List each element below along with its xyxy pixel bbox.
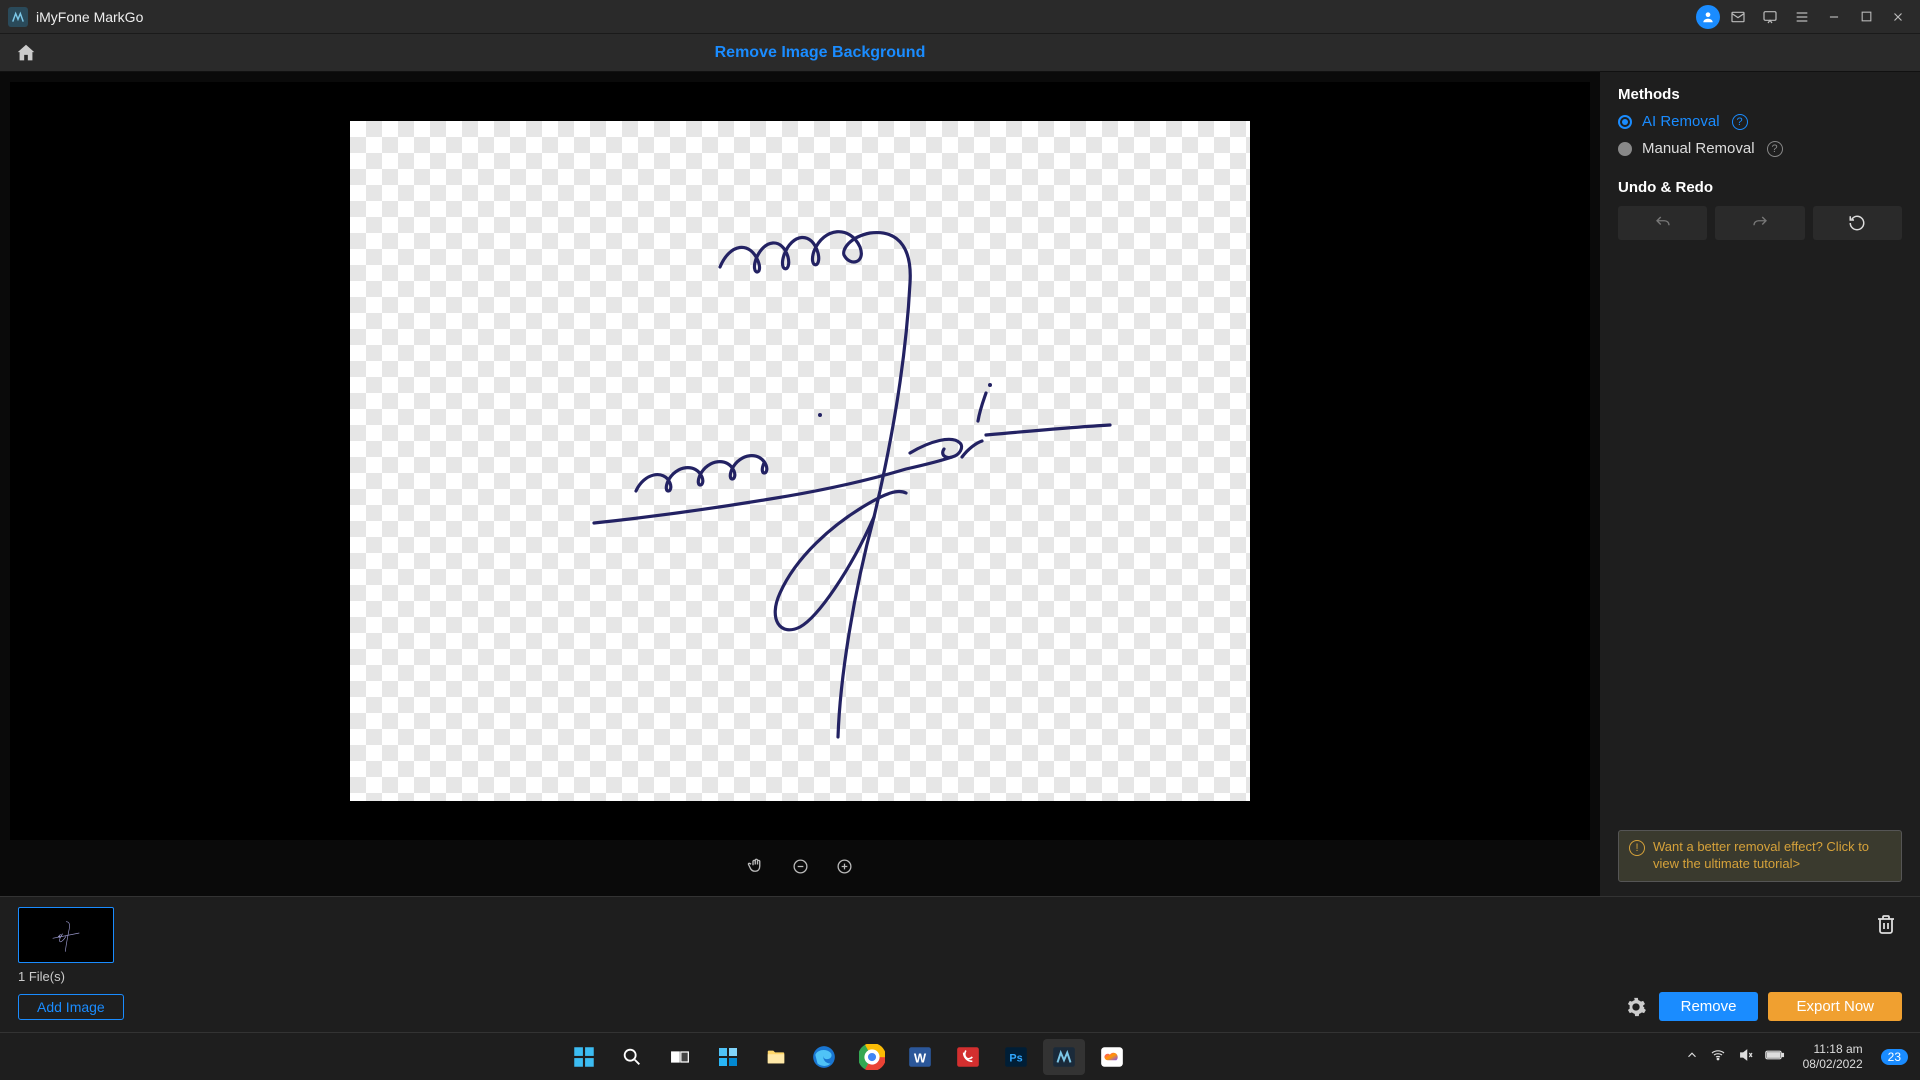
menu-icon[interactable] xyxy=(1788,3,1816,31)
taskbar-start[interactable] xyxy=(563,1039,605,1075)
titlebar: iMyFone MarkGo xyxy=(0,0,1920,34)
methods-heading: Methods xyxy=(1618,86,1902,103)
bottom-panel: 1 File(s) Add Image Remove Export Now xyxy=(0,896,1920,1032)
taskbar-taskview[interactable] xyxy=(659,1039,701,1075)
tip-text: Want a better removal effect? Click to v… xyxy=(1653,839,1891,873)
info-icon: ! xyxy=(1629,840,1645,856)
app-title: iMyFone MarkGo xyxy=(36,9,143,25)
taskbar-photoshop[interactable]: Ps xyxy=(995,1039,1037,1075)
app-logo-icon xyxy=(8,7,28,27)
radio-unselected-icon xyxy=(1618,142,1632,156)
wifi-icon[interactable] xyxy=(1709,1047,1727,1066)
header: Remove Image Background xyxy=(0,34,1920,72)
pan-tool-button[interactable] xyxy=(746,856,766,876)
redo-button[interactable] xyxy=(1715,206,1804,240)
maximize-button[interactable] xyxy=(1852,3,1880,31)
canvas-controls xyxy=(10,846,1590,886)
taskbar-chrome[interactable] xyxy=(851,1039,893,1075)
volume-icon[interactable] xyxy=(1737,1047,1755,1066)
titlebar-right xyxy=(1696,3,1912,31)
mail-icon[interactable] xyxy=(1724,3,1752,31)
taskbar: W Ps 11:18 am 08/02/2022 23 xyxy=(0,1032,1920,1080)
taskbar-center: W Ps xyxy=(12,1039,1685,1075)
taskbar-time: 11:18 am xyxy=(1803,1042,1863,1056)
feedback-icon[interactable] xyxy=(1756,3,1784,31)
taskbar-word[interactable]: W xyxy=(899,1039,941,1075)
minimize-button[interactable] xyxy=(1820,3,1848,31)
sidebar: Methods AI Removal ? Manual Removal ? Un… xyxy=(1600,72,1920,896)
taskbar-widgets[interactable] xyxy=(707,1039,749,1075)
method-ai-removal[interactable]: AI Removal ? xyxy=(1618,113,1902,130)
signature-image xyxy=(350,121,1250,801)
tray-overflow-icon[interactable] xyxy=(1685,1048,1699,1065)
canvas-area[interactable] xyxy=(10,82,1590,840)
radio-selected-icon xyxy=(1618,115,1632,129)
delete-button[interactable] xyxy=(1874,911,1898,942)
method-manual-label: Manual Removal xyxy=(1642,140,1755,157)
taskbar-markgo[interactable] xyxy=(1043,1039,1085,1075)
export-button[interactable]: Export Now xyxy=(1768,992,1902,1021)
add-image-button[interactable]: Add Image xyxy=(18,994,124,1020)
canvas-wrap xyxy=(0,72,1600,896)
thumbnail-1[interactable] xyxy=(18,907,114,963)
taskbar-date: 08/02/2022 xyxy=(1803,1057,1863,1071)
taskbar-tray: 11:18 am 08/02/2022 23 xyxy=(1685,1042,1908,1071)
battery-icon[interactable] xyxy=(1765,1048,1785,1065)
zoom-in-button[interactable] xyxy=(834,856,854,876)
titlebar-left: iMyFone MarkGo xyxy=(8,7,143,27)
taskbar-clock[interactable]: 11:18 am 08/02/2022 xyxy=(1795,1042,1871,1071)
svg-text:Ps: Ps xyxy=(1010,1052,1023,1064)
settings-button[interactable] xyxy=(1623,994,1649,1020)
taskbar-edge[interactable] xyxy=(803,1039,845,1075)
zoom-out-button[interactable] xyxy=(790,856,810,876)
user-account-button[interactable] xyxy=(1696,5,1720,29)
undo-redo-heading: Undo & Redo xyxy=(1618,179,1902,196)
close-button[interactable] xyxy=(1884,3,1912,31)
thumbnails xyxy=(18,907,1902,963)
bottom-actions: Add Image Remove Export Now xyxy=(18,992,1902,1021)
main-area: Methods AI Removal ? Manual Removal ? Un… xyxy=(0,72,1920,896)
method-manual-removal[interactable]: Manual Removal ? xyxy=(1618,140,1902,157)
svg-text:W: W xyxy=(914,1050,927,1065)
reset-button[interactable] xyxy=(1813,206,1902,240)
taskbar-search[interactable] xyxy=(611,1039,653,1075)
file-count: 1 File(s) xyxy=(18,969,1902,984)
taskbar-creative-cloud[interactable] xyxy=(1091,1039,1133,1075)
remove-button[interactable]: Remove xyxy=(1659,992,1759,1021)
notification-badge[interactable]: 23 xyxy=(1881,1049,1908,1065)
tutorial-tip[interactable]: ! Want a better removal effect? Click to… xyxy=(1618,830,1902,882)
image-canvas[interactable] xyxy=(350,121,1250,801)
undo-button[interactable] xyxy=(1618,206,1707,240)
taskbar-explorer[interactable] xyxy=(755,1039,797,1075)
taskbar-acrobat[interactable] xyxy=(947,1039,989,1075)
tool-title: Remove Image Background xyxy=(0,44,1740,62)
method-ai-label: AI Removal xyxy=(1642,113,1720,130)
help-icon[interactable]: ? xyxy=(1767,141,1783,157)
help-icon[interactable]: ? xyxy=(1732,114,1748,130)
